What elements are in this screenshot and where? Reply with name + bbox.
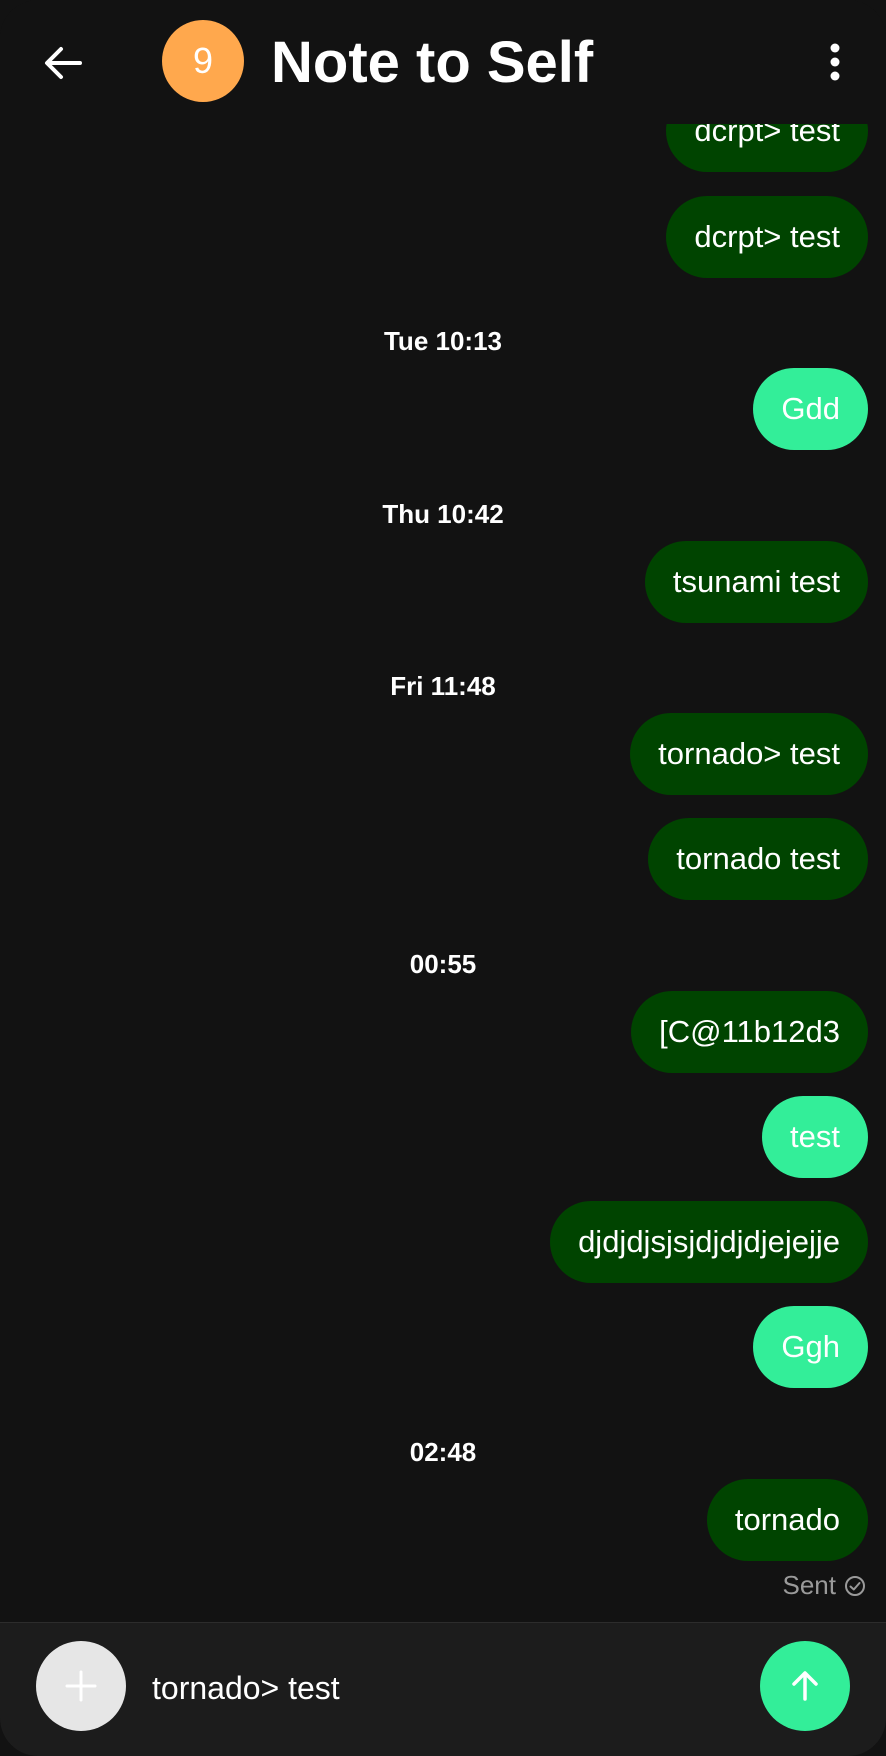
back-button[interactable]: [36, 36, 90, 90]
avatar-initial: 9: [192, 40, 214, 81]
message-text: dcrpt> test: [694, 219, 840, 254]
avatar[interactable]: 9: [162, 20, 244, 102]
attach-button[interactable]: [36, 1641, 126, 1731]
message-text: test: [790, 1119, 840, 1154]
check-circle-icon: [845, 1575, 865, 1596]
message-text: Gdd: [781, 391, 840, 426]
overflow-menu-button[interactable]: [820, 40, 850, 84]
date-separator: Tue 10:13: [383, 326, 502, 356]
message-bubble[interactable]: test: [762, 1096, 868, 1178]
message-text: tsunami test: [672, 564, 840, 599]
plus-icon: [65, 1670, 97, 1702]
message-bubble[interactable]: tornado> test: [630, 713, 868, 795]
send-button[interactable]: [760, 1641, 850, 1731]
delivery-status: Sent: [783, 1570, 867, 1601]
message-bubble[interactable]: tornado test: [648, 818, 868, 900]
more-vertical-icon: [830, 43, 840, 81]
message-input[interactable]: [152, 1653, 712, 1723]
message-text: tornado test: [676, 841, 840, 876]
app-header: 9 Note to Self: [0, 0, 886, 124]
conversation-screen: dcrpt> test dcrpt> test Tue 10:13 Gdd Th…: [0, 0, 886, 1756]
message-bubble[interactable]: djdjdjsjsjdjdjdjejejje: [550, 1201, 868, 1283]
date-separator: Fri 11:48: [390, 671, 496, 701]
message-text: djdjdjsjsjdjdjdjejejje: [578, 1224, 840, 1259]
delivery-status-label: Sent: [782, 1570, 837, 1600]
message-bubble[interactable]: tsunami test: [644, 541, 868, 623]
message-bubble[interactable]: dcrpt> test: [666, 196, 868, 278]
arrow-left-icon: [45, 47, 82, 79]
date-separator: 00:55: [409, 949, 477, 979]
message-text: tornado: [734, 1502, 840, 1537]
arrow-up-icon: [792, 1671, 818, 1701]
message-text: tornado> test: [658, 736, 840, 771]
message-bubble[interactable]: tornado: [706, 1479, 868, 1561]
message-text: Ggh: [781, 1329, 840, 1364]
message-bubble[interactable]: Gdd: [753, 368, 868, 450]
message-text: [C@11b12d3: [659, 1014, 840, 1049]
date-separator: 02:48: [409, 1437, 477, 1467]
message-composer: [0, 1622, 886, 1756]
date-separator: Thu 10:42: [382, 499, 504, 529]
conversation-title[interactable]: Note to Self: [271, 28, 593, 98]
message-list[interactable]: dcrpt> test dcrpt> test Tue 10:13 Gdd Th…: [0, 0, 886, 1622]
message-bubble[interactable]: Ggh: [753, 1306, 868, 1388]
message-bubble[interactable]: [C@11b12d3: [631, 991, 868, 1073]
